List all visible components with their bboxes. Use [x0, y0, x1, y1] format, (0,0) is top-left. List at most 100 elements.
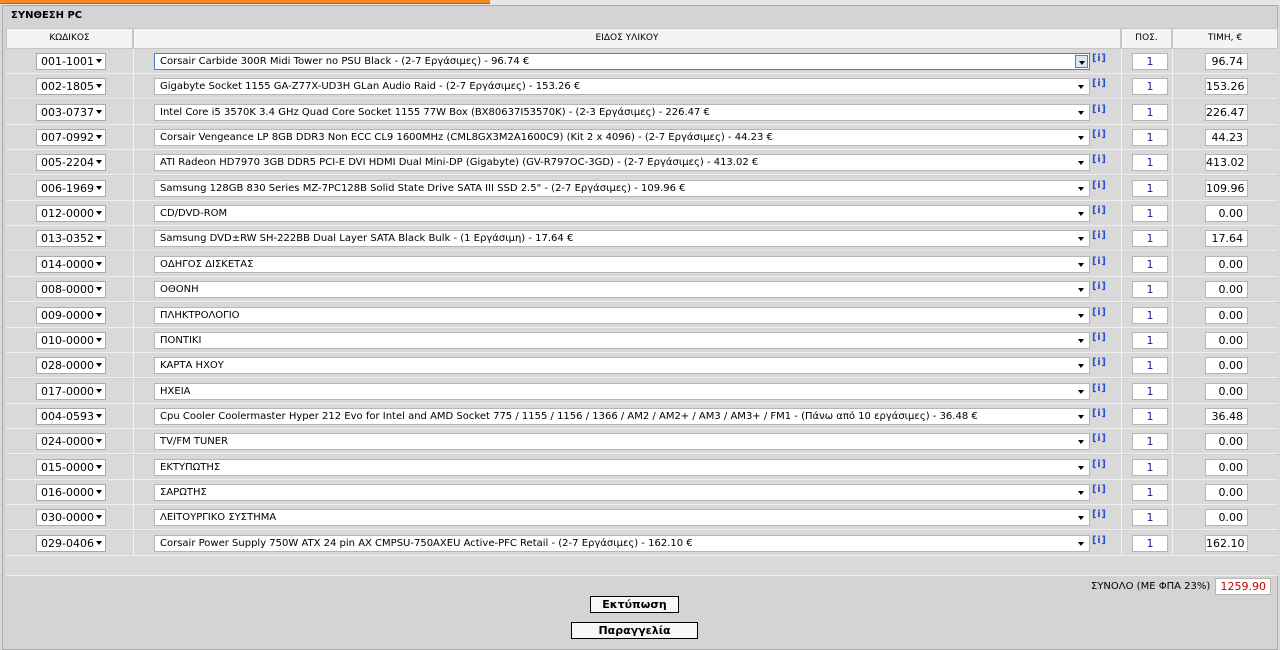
code-select[interactable]: 001-1001: [36, 53, 106, 70]
chevron-down-icon[interactable]: [1075, 283, 1088, 296]
code-select[interactable]: 008-0000: [36, 281, 106, 299]
quantity-input[interactable]: 1: [1132, 129, 1168, 147]
chevron-down-icon[interactable]: [96, 439, 102, 444]
chevron-down-icon[interactable]: [96, 388, 102, 393]
component-select[interactable]: TV/FM TUNER: [154, 433, 1090, 451]
info-icon[interactable]: i: [1092, 52, 1106, 65]
chevron-down-icon[interactable]: [1075, 486, 1088, 499]
chevron-down-icon[interactable]: [96, 464, 102, 469]
quantity-input[interactable]: 1: [1132, 255, 1168, 273]
quantity-input[interactable]: 1: [1132, 205, 1168, 223]
chevron-down-icon[interactable]: [96, 135, 102, 140]
code-select[interactable]: 007-0992: [36, 129, 106, 147]
quantity-input[interactable]: 1: [1132, 78, 1168, 96]
chevron-down-icon[interactable]: [1075, 258, 1088, 271]
component-select[interactable]: ΛΕΙΤΟΥΡΓΙΚΟ ΣΥΣΤΗΜΑ: [154, 509, 1090, 527]
chevron-down-icon[interactable]: [96, 413, 102, 418]
code-select[interactable]: 006-1969: [36, 179, 106, 197]
chevron-down-icon[interactable]: [1075, 55, 1088, 68]
info-icon[interactable]: i: [1092, 534, 1106, 547]
info-icon[interactable]: i: [1092, 77, 1106, 90]
code-select[interactable]: 002-1805: [36, 78, 106, 96]
chevron-down-icon[interactable]: [1075, 232, 1088, 245]
code-select[interactable]: 016-0000: [36, 483, 106, 501]
chevron-down-icon[interactable]: [1075, 80, 1088, 93]
quantity-input[interactable]: 1: [1132, 230, 1168, 248]
info-icon[interactable]: i: [1092, 280, 1106, 293]
chevron-down-icon[interactable]: [96, 160, 102, 165]
info-icon[interactable]: i: [1092, 153, 1106, 166]
component-select[interactable]: ΟΔΗΓΟΣ ΔΙΣΚΕΤΑΣ: [154, 255, 1090, 273]
quantity-input[interactable]: 1: [1132, 53, 1168, 70]
chevron-down-icon[interactable]: [96, 312, 102, 317]
chevron-down-icon[interactable]: [96, 337, 102, 342]
info-icon[interactable]: i: [1092, 128, 1106, 141]
chevron-down-icon[interactable]: [1075, 511, 1088, 524]
chevron-down-icon[interactable]: [96, 515, 102, 520]
order-button[interactable]: Παραγγελία: [571, 622, 698, 639]
quantity-input[interactable]: 1: [1132, 534, 1168, 552]
info-icon[interactable]: i: [1092, 306, 1106, 319]
info-icon[interactable]: i: [1092, 356, 1106, 369]
code-select[interactable]: 029-0406: [36, 534, 106, 552]
info-icon[interactable]: i: [1092, 229, 1106, 242]
chevron-down-icon[interactable]: [96, 287, 102, 292]
component-select[interactable]: ΚΑΡΤΑ ΗΧΟΥ: [154, 357, 1090, 375]
component-select[interactable]: Samsung 128GB 830 Series MZ-7PC128B Soli…: [154, 179, 1090, 197]
code-select[interactable]: 012-0000: [36, 205, 106, 223]
info-icon[interactable]: i: [1092, 458, 1106, 471]
chevron-down-icon[interactable]: [1075, 435, 1088, 448]
quantity-input[interactable]: 1: [1132, 509, 1168, 527]
info-icon[interactable]: i: [1092, 331, 1106, 344]
quantity-input[interactable]: 1: [1132, 433, 1168, 451]
active-tab-indicator[interactable]: [0, 0, 490, 4]
quantity-input[interactable]: 1: [1132, 331, 1168, 349]
component-select[interactable]: Corsair Vengeance LP 8GB DDR3 Non ECC CL…: [154, 129, 1090, 147]
chevron-down-icon[interactable]: [1075, 131, 1088, 144]
component-select[interactable]: Cpu Cooler Coolermaster Hyper 212 Evo fo…: [154, 407, 1090, 425]
code-select[interactable]: 009-0000: [36, 306, 106, 324]
info-icon[interactable]: i: [1092, 483, 1106, 496]
code-select[interactable]: 004-0593: [36, 407, 106, 425]
component-select[interactable]: ΠΛΗΚΤΡΟΛΟΓΙΟ: [154, 306, 1090, 324]
quantity-input[interactable]: 1: [1132, 357, 1168, 375]
chevron-down-icon[interactable]: [96, 185, 102, 190]
code-select[interactable]: 024-0000: [36, 433, 106, 451]
quantity-input[interactable]: 1: [1132, 458, 1168, 476]
quantity-input[interactable]: 1: [1132, 103, 1168, 121]
code-select[interactable]: 017-0000: [36, 382, 106, 400]
chevron-down-icon[interactable]: [1075, 156, 1088, 169]
chevron-down-icon[interactable]: [1075, 309, 1088, 322]
quantity-input[interactable]: 1: [1132, 281, 1168, 299]
chevron-down-icon[interactable]: [1075, 385, 1088, 398]
chevron-down-icon[interactable]: [1075, 410, 1088, 423]
chevron-down-icon[interactable]: [96, 236, 102, 241]
component-select[interactable]: ΠΟΝΤΙΚΙ: [154, 331, 1090, 349]
component-select[interactable]: ΣΑΡΩΤΗΣ: [154, 483, 1090, 501]
code-select[interactable]: 003-0737: [36, 103, 106, 121]
component-select[interactable]: ATI Radeon HD7970 3GB DDR5 PCI-E DVI HDM…: [154, 154, 1090, 172]
chevron-down-icon[interactable]: [96, 540, 102, 545]
quantity-input[interactable]: 1: [1132, 154, 1168, 172]
component-select[interactable]: ΗΧΕΙΑ: [154, 382, 1090, 400]
info-icon[interactable]: i: [1092, 179, 1106, 192]
chevron-down-icon[interactable]: [96, 363, 102, 368]
code-select[interactable]: 030-0000: [36, 509, 106, 527]
component-select[interactable]: Corsair Carbide 300R Midi Tower no PSU B…: [154, 53, 1090, 70]
chevron-down-icon[interactable]: [1075, 537, 1088, 550]
info-icon[interactable]: i: [1092, 407, 1106, 420]
info-icon[interactable]: i: [1092, 204, 1106, 217]
chevron-down-icon[interactable]: [96, 261, 102, 266]
code-select[interactable]: 013-0352: [36, 230, 106, 248]
component-select[interactable]: Corsair Power Supply 750W ATX 24 pin AX …: [154, 534, 1090, 552]
quantity-input[interactable]: 1: [1132, 382, 1168, 400]
code-select[interactable]: 028-0000: [36, 357, 106, 375]
quantity-input[interactable]: 1: [1132, 407, 1168, 425]
print-button[interactable]: Εκτύπωση: [590, 596, 679, 613]
chevron-down-icon[interactable]: [1075, 182, 1088, 195]
quantity-input[interactable]: 1: [1132, 306, 1168, 324]
info-icon[interactable]: i: [1092, 432, 1106, 445]
chevron-down-icon[interactable]: [96, 59, 102, 63]
info-icon[interactable]: i: [1092, 508, 1106, 521]
component-select[interactable]: CD/DVD-ROM: [154, 205, 1090, 223]
